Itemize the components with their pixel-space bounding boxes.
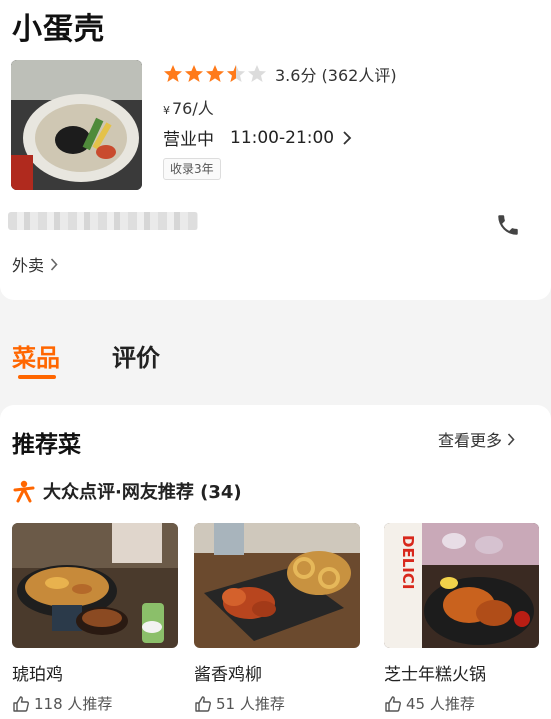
see-more-label: 查看更多 — [438, 431, 503, 450]
dish-image — [12, 523, 178, 648]
phone-icon[interactable] — [495, 212, 521, 238]
dish-name: 琥珀鸡 — [12, 665, 63, 685]
dish-name: 芝士年糕火锅 — [384, 665, 486, 685]
active-tab-indicator — [18, 375, 56, 379]
thumbs-up-icon — [385, 695, 401, 712]
dish-recommend-count: 118 人推荐 — [12, 693, 180, 714]
listed-years-badge: 收录3年 — [163, 158, 221, 180]
section-title: 推荐菜 — [12, 432, 81, 458]
shop-name: 小蛋壳 — [12, 12, 105, 47]
dish-recommend-count: 51 人推荐 — [194, 693, 362, 714]
takeout-link[interactable]: 外卖 — [12, 252, 58, 276]
dish-card[interactable]: 琥珀鸡 118 人推荐 — [12, 523, 180, 714]
takeout-label: 外卖 — [12, 256, 45, 275]
recommend-source: 大众点评·网友推荐 (34) — [12, 478, 242, 504]
shop-photo-image — [11, 60, 142, 190]
thumbs-up-icon — [13, 695, 29, 712]
open-status: 营业中 — [163, 130, 214, 150]
chevron-right-icon — [507, 432, 515, 446]
dish-name: 酱香鸡柳 — [194, 665, 262, 685]
price-per-person: ¥76/人 — [163, 95, 214, 119]
rating-row: 3.6分 (362人评) — [163, 62, 397, 86]
dish-card[interactable]: DELICI 芝士年糕火锅 45 人推荐 — [384, 523, 551, 714]
restaurant-sign-text: DELICI — [399, 535, 417, 589]
address-blurred[interactable] — [8, 212, 198, 230]
shop-info-card: 小蛋壳 3.6分 (362人评) ¥ 76/人 营业中 11:00-21:00 … — [0, 0, 551, 300]
tab-dishes[interactable]: 菜品 — [12, 338, 60, 373]
dish-likes-text: 45 人推荐 — [406, 695, 475, 713]
thumbs-up-icon — [195, 695, 211, 712]
star-icon — [248, 65, 266, 82]
tab-reviews[interactable]: 评价 — [112, 338, 160, 373]
rating-score[interactable]: 3.6分 (362人评) — [275, 62, 397, 86]
currency-symbol: ¥ — [163, 104, 170, 117]
chevron-right-icon — [343, 130, 352, 145]
dish-recommend-count: 45 人推荐 — [384, 693, 551, 714]
chevron-right-icon — [50, 257, 58, 271]
business-hours-row[interactable]: 营业中 11:00-21:00 — [163, 125, 352, 150]
dish-likes-text: 118 人推荐 — [34, 695, 113, 713]
star-rating — [163, 64, 269, 84]
see-more-link[interactable]: 查看更多 — [438, 427, 515, 451]
business-hours: 11:00-21:00 — [230, 127, 335, 148]
content-tabs: 菜品 评价 — [0, 300, 551, 395]
recommend-source-text: 大众点评·网友推荐 (34) — [43, 482, 242, 503]
price-value: 76/人 — [172, 99, 214, 118]
star-icon — [206, 65, 224, 82]
star-icon — [185, 65, 203, 82]
recommended-dishes-card: 推荐菜 查看更多 大众点评·网友推荐 (34) 琥珀鸡 118 人推荐 酱香鸡柳… — [0, 405, 551, 719]
star-icon — [164, 65, 182, 82]
dish-card[interactable]: 酱香鸡柳 51 人推荐 — [194, 523, 362, 714]
dish-image: DELICI — [384, 523, 539, 648]
dianping-logo-icon — [13, 480, 35, 503]
dish-likes-text: 51 人推荐 — [216, 695, 285, 713]
shop-photo[interactable] — [11, 60, 142, 190]
dish-image — [194, 523, 360, 648]
